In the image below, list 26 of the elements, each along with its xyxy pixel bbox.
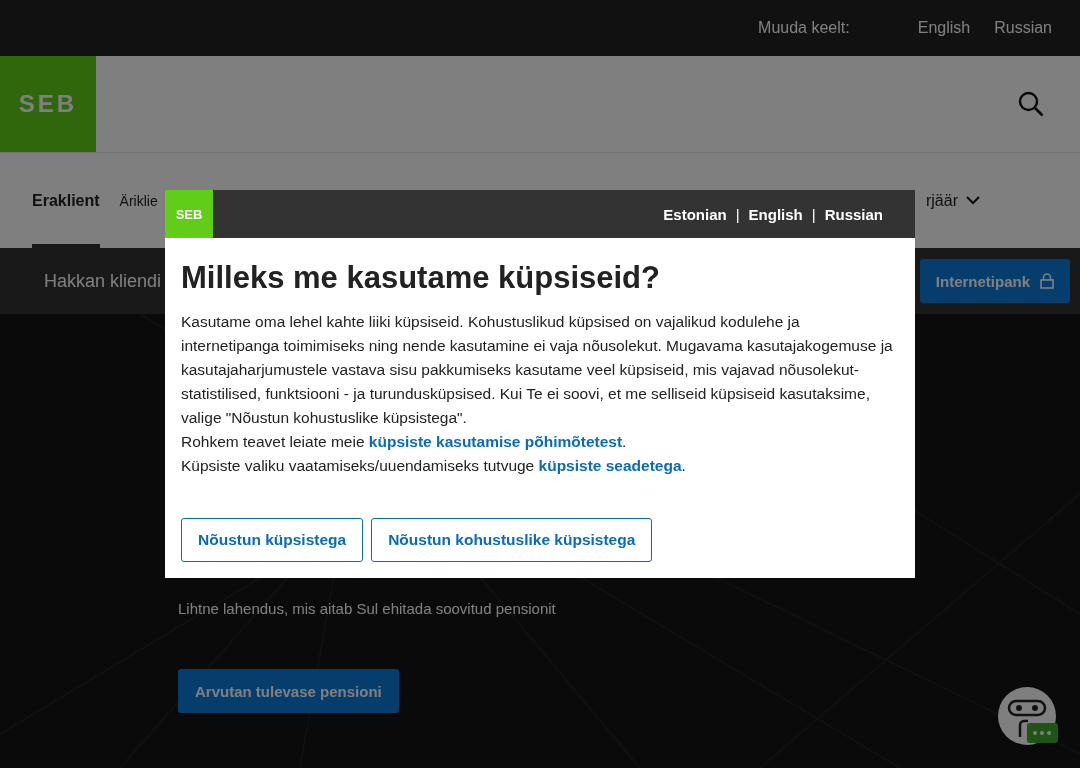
language-link[interactable]: Russian [824,205,883,223]
nav-tab[interactable]: Äriklie [119,153,158,248]
info-text: Küpsiste valiku vaatamiseks/uuendamiseks tutvuge küpsiste seadetega. [181,456,687,476]
language-link[interactable]: English [917,19,971,37]
lock-icon [1040,273,1054,289]
info-text: Kasutame oma lehel kahte liiki küpsiseid. Kohustuslikud küpsised on vajalikud kodulehe ja internetipanga toimimiseks ning nende kasutamine ei vaja nõusolekut. Mugavama kasutajakogemuse ja kasutajaharjumustele vastava sisu pakkumiseks kasutame veel küpsiseid, mis vajavad nõusolekut- statistilised, funktsiooni - ja turundusküpsised. Kui Te ei soovi, et me selliseid küpsiseid kasutaksime, valige "Nõustun kohustuslike küpsistega". [181,312,894,428]
accept-button[interactable]: Nõustun küpsistega [181,518,364,562]
language-label: Muuda keelt: [758,19,850,37]
nav-tab[interactable]: rjäär [926,153,980,248]
chatbot-icon[interactable] [998,687,1058,747]
internet-bank-button[interactable]: Internetipank [919,259,1070,303]
language-link[interactable]: Estonian [663,205,727,223]
hero-subtitle: Lihtne lahendus, mis aitab Sul ehitada soovitud pensionit [178,600,557,617]
chevron-icon [966,196,980,205]
separator: | [811,205,816,223]
accept-button[interactable]: Nõustun kohustuslike küpsistega [371,518,653,562]
language-link[interactable]: English [748,205,803,223]
calculate-pension-button[interactable]: Arvutan tulevase pensioni [178,669,399,713]
link[interactable]: küpsiste seadetega [538,457,682,474]
language-link[interactable]: Russian [994,19,1052,37]
logo: SEB [165,190,213,238]
sub-bar-text[interactable]: Hakkan kliendi [44,270,162,292]
separator: | [735,205,740,223]
dialog-title: Milleks me kasutame küpsiseid? [181,260,661,296]
search-icon[interactable] [1018,91,1044,117]
info-text: Rohkem teavet leiate meie küpsiste kasutamise põhimõtetest. [181,432,628,452]
